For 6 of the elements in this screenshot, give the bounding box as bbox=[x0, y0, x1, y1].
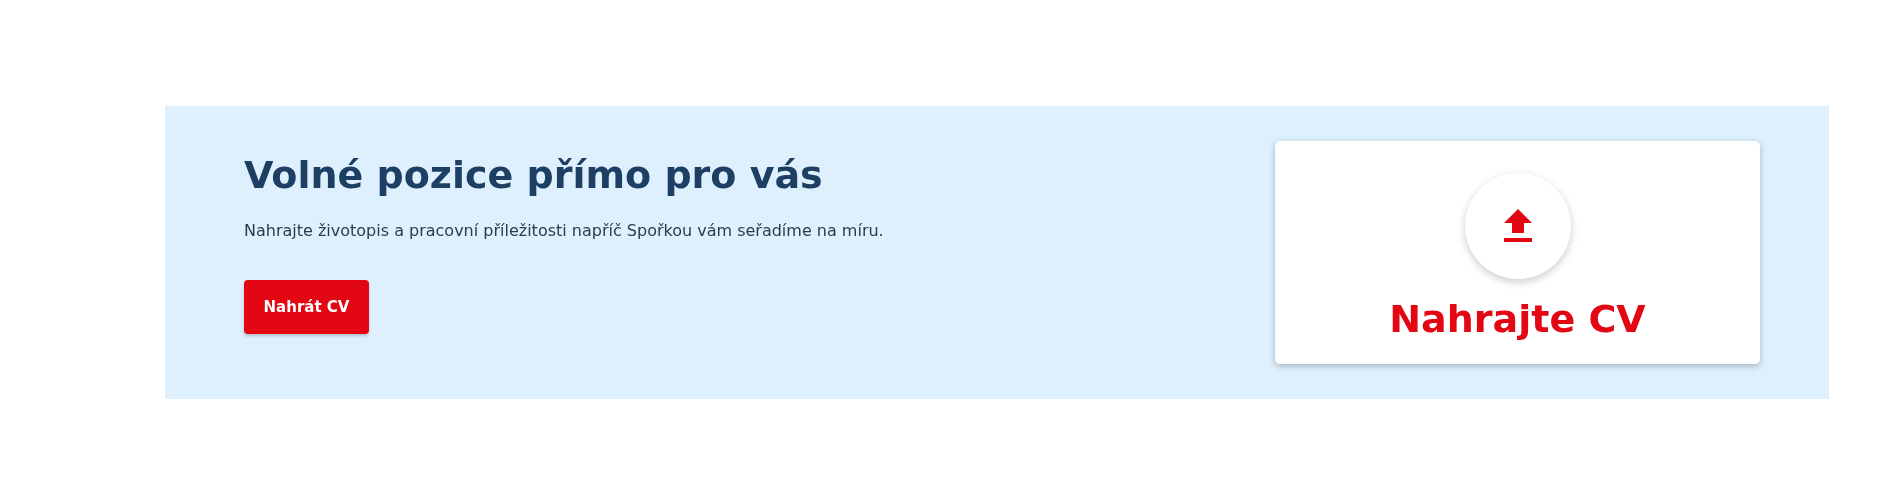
upload-icon bbox=[1502, 209, 1533, 243]
banner-description: Nahrajte životopis a pracovní příležitosti napříč Spořkou vám seřadíme na míru. bbox=[244, 220, 884, 242]
upload-card-label: Nahrajte CV bbox=[1389, 297, 1646, 341]
upload-cv-button[interactable]: Nahrát CV bbox=[244, 280, 369, 335]
banner-title: Volné pozice přímo pro vás bbox=[244, 153, 823, 199]
upload-button[interactable] bbox=[1464, 173, 1571, 279]
